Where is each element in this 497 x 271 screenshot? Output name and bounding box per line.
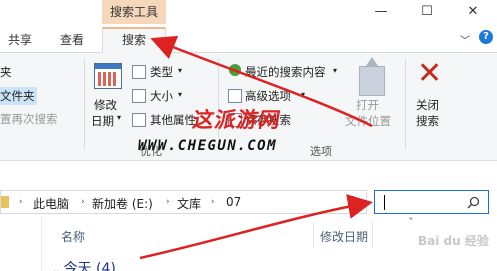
crumb-this-pc[interactable]: 此电脑	[33, 195, 69, 212]
column-header-name[interactable]: 名称	[61, 228, 85, 245]
calendar-icon	[94, 63, 122, 89]
size-button[interactable]: 大小	[150, 88, 173, 104]
open-location-line2[interactable]: 文件位置	[345, 113, 391, 129]
contextual-tab-group-label: 搜索工具	[102, 0, 166, 24]
search-icon[interactable]	[467, 196, 480, 209]
crumb-library[interactable]: 文库	[177, 195, 201, 212]
text-caret	[384, 195, 385, 210]
watermark-title: 这派游网	[190, 107, 284, 132]
date-modified-line1[interactable]: 修改	[94, 97, 117, 113]
address-bar[interactable]: › 此电脑 › 新加卷 (E:) › 文库 › 07 ↻	[0, 190, 367, 214]
ribbon-partial-item-2[interactable]: 文件夹	[0, 87, 37, 105]
column-divider	[313, 222, 314, 248]
tab-view[interactable]: 查看	[52, 29, 92, 53]
refresh-icon[interactable]: ↻	[349, 194, 360, 209]
close-window-button[interactable]: ✕	[458, 2, 488, 22]
group-header-label: 今天 (4)	[63, 261, 116, 271]
title-bar: 搜索工具 — ☐ ✕	[0, 0, 497, 28]
watermark-url: WWW.CHEGUN.COM	[138, 138, 278, 154]
column-header-modified[interactable]: 修改日期	[320, 228, 368, 245]
dropdown-arrow-icon: ▾	[117, 113, 122, 122]
help-icon[interactable]: ?	[479, 30, 493, 44]
size-icon	[132, 89, 146, 103]
chevron-right-icon: ›	[211, 197, 215, 207]
advanced-options-icon	[228, 89, 242, 103]
collapse-ribbon-icon[interactable]: ﹀	[460, 32, 470, 47]
minimize-button[interactable]: —	[366, 2, 396, 22]
ribbon-tab-bar: 共享 查看 搜索 ﹀ ?	[0, 25, 497, 54]
open-location-icon	[359, 57, 385, 96]
recent-searches-icon	[229, 64, 241, 76]
navigation-pane[interactable]	[0, 216, 42, 271]
baidu-watermark: Bai du 经验	[418, 234, 489, 248]
type-button[interactable]: 类型	[150, 64, 173, 80]
column-divider	[372, 222, 373, 248]
file-list: 名称 修改日期 ˇ ⌄ 今天 (4) Bai du 经验	[0, 216, 497, 271]
maximize-icon: ☐	[421, 4, 433, 19]
type-icon	[132, 65, 146, 79]
chevron-right-icon: ›	[19, 197, 23, 207]
recent-searches-button[interactable]: 最近的搜索内容	[245, 64, 326, 80]
close-icon: ✕	[467, 4, 479, 19]
recent-searches-dropdown-icon: ▾	[333, 66, 338, 75]
ribbon-partial-item-3[interactable]: 置再次搜索	[0, 111, 58, 127]
size-dropdown-icon: ▾	[178, 90, 183, 99]
minimize-icon: —	[374, 4, 388, 19]
advanced-options-dropdown-icon: ▾	[301, 90, 306, 99]
ribbon-separator	[405, 59, 406, 149]
chevron-right-icon: ›	[81, 197, 85, 207]
advanced-options-button[interactable]: 高级选项	[245, 88, 291, 104]
chevron-down-icon: ⌄	[52, 265, 64, 271]
other-properties-icon	[132, 113, 146, 127]
other-properties-button[interactable]: 其他属性	[150, 112, 196, 128]
chevron-right-icon: ›	[166, 197, 170, 207]
maximize-button[interactable]: ☐	[412, 2, 442, 22]
ribbon-separator	[84, 59, 85, 149]
date-modified-line2[interactable]: 日期	[91, 113, 114, 129]
folder-icon	[1, 196, 9, 208]
sort-indicator-icon: ˇ	[408, 216, 414, 229]
close-search-line2[interactable]: 搜索	[416, 113, 439, 129]
open-location-line1[interactable]: 打开	[356, 97, 379, 113]
search-input[interactable]	[374, 190, 489, 214]
group-header-today[interactable]: ⌄ 今天 (4)	[52, 258, 116, 271]
group-label-options: 选项	[310, 145, 332, 158]
type-dropdown-icon: ▾	[178, 66, 183, 75]
address-row: › 此电脑 › 新加卷 (E:) › 文库 › 07 ↻	[0, 188, 497, 216]
tab-search[interactable]: 搜索	[102, 27, 166, 54]
crumb-07[interactable]: 07	[226, 195, 241, 209]
close-search-line1[interactable]: 关闭	[416, 97, 439, 113]
ribbon-partial-item-1[interactable]: 夹	[0, 64, 12, 80]
tab-share[interactable]: 共享	[2, 29, 38, 53]
crumb-drive-e[interactable]: 新加卷 (E:)	[92, 195, 153, 212]
close-search-icon: ✕	[417, 56, 443, 91]
